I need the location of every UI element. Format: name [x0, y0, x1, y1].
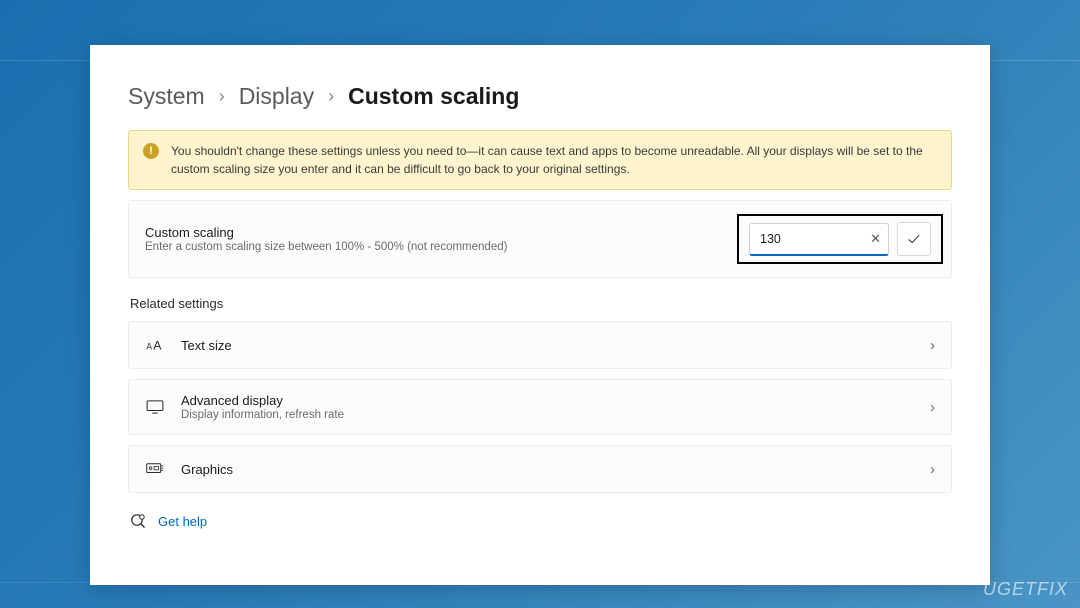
chevron-right-icon: › — [328, 86, 334, 107]
get-help-link[interactable]: Get help — [158, 514, 207, 529]
check-icon — [907, 232, 921, 246]
clear-input-icon[interactable]: ✕ — [870, 231, 881, 247]
graphics-title: Graphics — [181, 462, 233, 477]
apply-button[interactable] — [897, 222, 931, 256]
warning-icon: ! — [143, 143, 159, 159]
custom-scaling-subtitle: Enter a custom scaling size between 100%… — [145, 241, 507, 253]
chevron-right-icon: › — [930, 461, 935, 478]
chevron-right-icon: › — [930, 399, 935, 416]
advanced-display-title: Advanced display — [181, 393, 344, 408]
input-highlight-box: ✕ — [737, 214, 943, 264]
warning-banner: ! You shouldn't change these settings un… — [128, 130, 952, 190]
related-settings-header: Related settings — [130, 296, 952, 311]
svg-text:A: A — [146, 341, 152, 351]
help-icon — [130, 513, 146, 529]
breadcrumb-system[interactable]: System — [128, 83, 205, 110]
advanced-display-row[interactable]: Advanced display Display information, re… — [128, 379, 952, 435]
monitor-icon — [145, 397, 165, 417]
warning-text: You shouldn't change these settings unle… — [171, 142, 937, 178]
watermark: UGETFIX — [983, 579, 1068, 600]
breadcrumb: System › Display › Custom scaling — [128, 83, 952, 110]
settings-window: System › Display › Custom scaling ! You … — [90, 45, 990, 585]
svg-text:A: A — [153, 338, 162, 352]
text-size-icon: AA — [145, 335, 165, 355]
chevron-right-icon: › — [219, 86, 225, 107]
breadcrumb-current: Custom scaling — [348, 83, 519, 110]
text-size-title: Text size — [181, 338, 232, 353]
graphics-row[interactable]: Graphics › — [128, 445, 952, 493]
help-row: Get help — [128, 513, 952, 529]
advanced-display-subtitle: Display information, refresh rate — [181, 409, 344, 421]
graphics-icon — [145, 459, 165, 479]
text-size-row[interactable]: AA Text size › — [128, 321, 952, 369]
breadcrumb-display[interactable]: Display — [239, 83, 314, 110]
custom-scaling-row: Custom scaling Enter a custom scaling si… — [128, 200, 952, 278]
custom-scaling-title: Custom scaling — [145, 225, 507, 240]
chevron-right-icon: › — [930, 337, 935, 354]
custom-scaling-input[interactable] — [749, 223, 889, 256]
